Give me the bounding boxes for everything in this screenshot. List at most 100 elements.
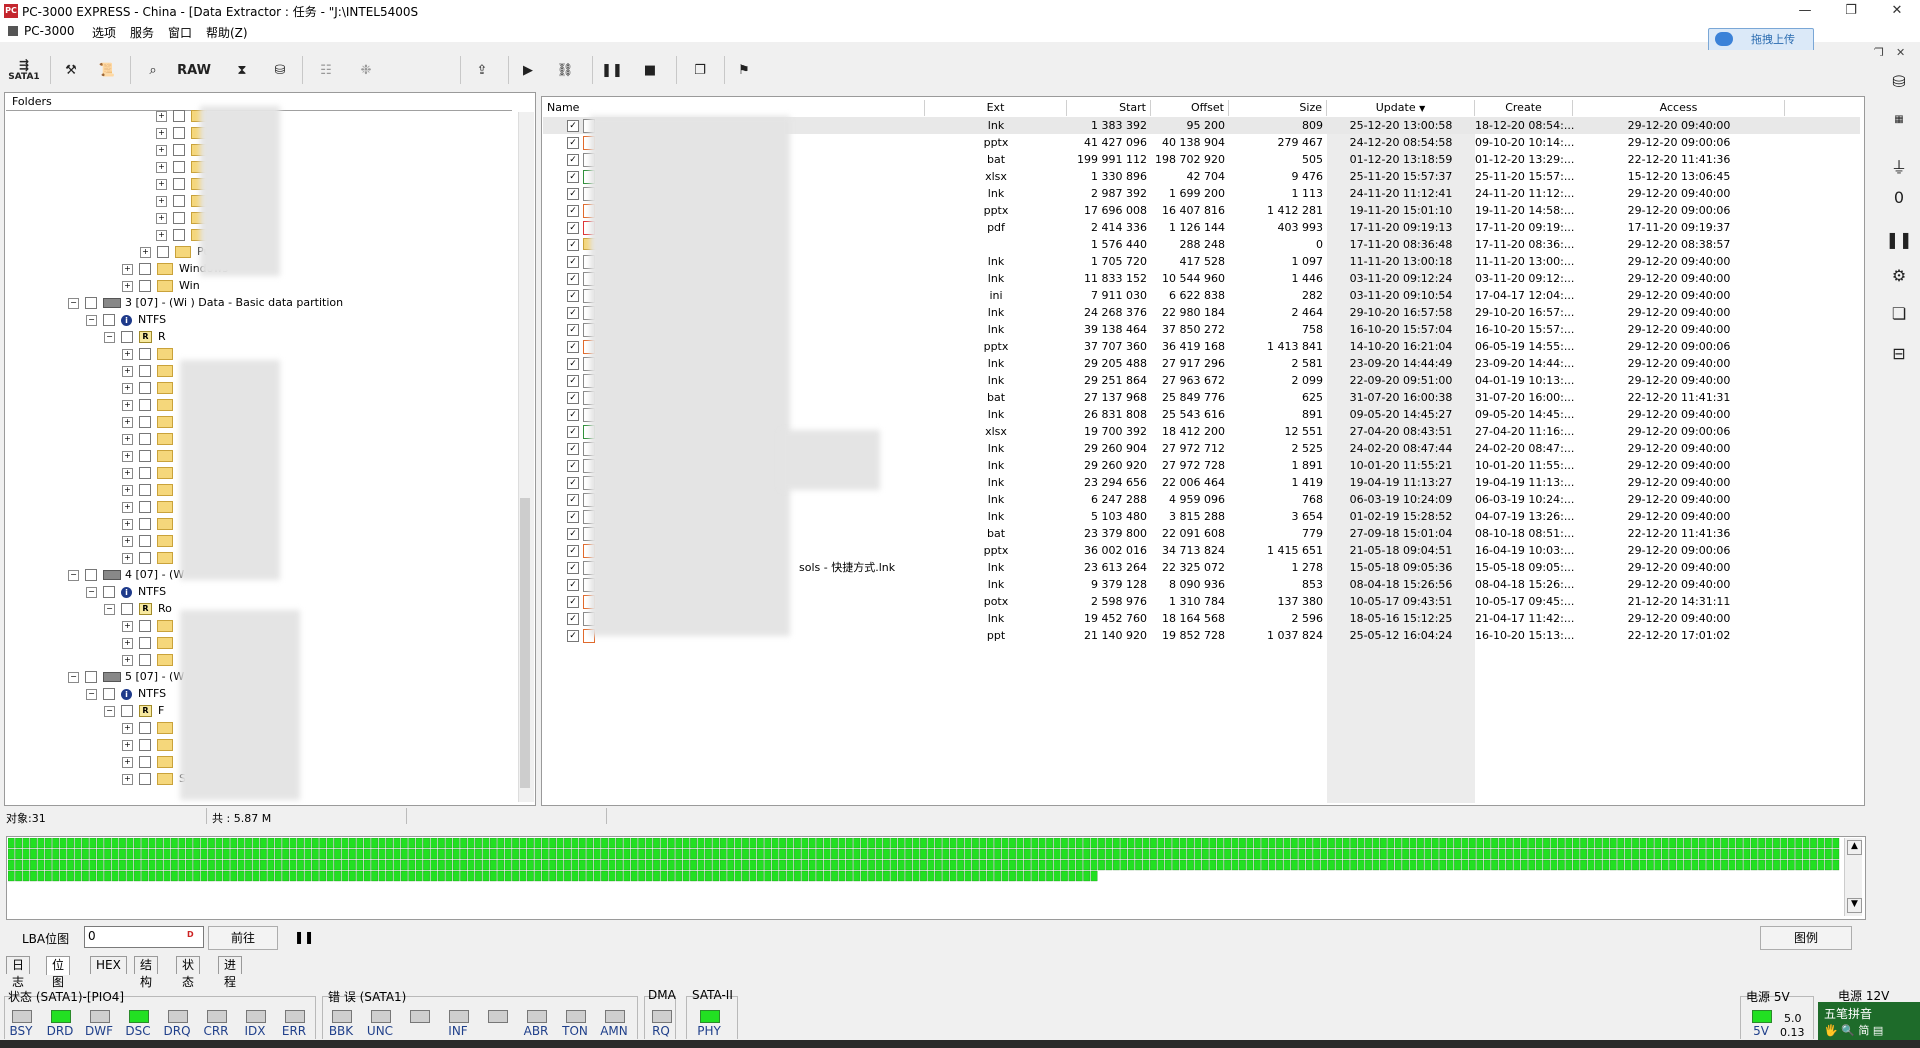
select-checkbox[interactable] — [139, 416, 151, 428]
minimize-button[interactable]: — — [1782, 0, 1828, 22]
tree-node[interactable]: + — [122, 466, 179, 483]
expand-icon[interactable]: + — [122, 365, 133, 377]
tree-node[interactable]: + — [122, 415, 179, 432]
row-checkbox[interactable]: ✓ — [567, 205, 579, 217]
select-checkbox[interactable] — [103, 586, 115, 598]
select-checkbox[interactable] — [173, 212, 185, 224]
scroll-up-icon[interactable]: ▲ — [1847, 840, 1862, 855]
tree-scroll-thumb[interactable] — [520, 498, 530, 788]
select-checkbox[interactable] — [121, 603, 133, 615]
tab-log[interactable]: 日志 — [6, 956, 31, 989]
col-ext[interactable]: Ext — [925, 100, 1067, 116]
tree-node[interactable]: − 4 [07] - (W — [68, 568, 184, 585]
legend-button[interactable]: 图例 — [1760, 926, 1852, 950]
select-checkbox[interactable] — [139, 552, 151, 564]
reset-button[interactable]: ▦ — [1884, 114, 1914, 144]
select-checkbox[interactable] — [173, 229, 185, 241]
expand-icon[interactable]: + — [122, 399, 133, 411]
menu-options[interactable]: 选项 — [92, 24, 116, 41]
exit-button[interactable]: ⚑ — [730, 54, 758, 86]
collapse-icon[interactable]: − — [86, 586, 97, 598]
tree-view-button[interactable]: ☷ — [310, 54, 342, 86]
select-checkbox[interactable] — [121, 705, 133, 717]
tree-node[interactable]: + — [122, 721, 179, 738]
ime-toolbar[interactable]: 五笔拼音 🖐 🔍 简 ▤ — [1818, 1002, 1920, 1040]
expand-icon[interactable]: + — [122, 501, 133, 513]
expand-icon[interactable]: + — [122, 433, 133, 445]
collapse-icon[interactable]: − — [104, 705, 115, 717]
row-checkbox[interactable]: ✓ — [567, 154, 579, 166]
export-button[interactable]: ⇪ — [466, 54, 498, 86]
expand-icon[interactable]: + — [156, 161, 167, 173]
expand-icon[interactable]: + — [122, 467, 133, 479]
scroll-down-icon[interactable]: ▼ — [1847, 898, 1862, 913]
select-checkbox[interactable] — [103, 314, 115, 326]
select-checkbox[interactable] — [139, 450, 151, 462]
tree-node[interactable]: − i NTFS — [86, 313, 166, 330]
tools-button[interactable]: ⚒ — [56, 54, 86, 86]
go-button[interactable]: 前往 — [208, 926, 278, 950]
tree-node[interactable]: + — [122, 551, 179, 568]
tab-bitmap[interactable]: 位图 — [46, 956, 71, 989]
row-checkbox[interactable]: ✓ — [567, 137, 579, 149]
tree-node[interactable]: + — [122, 381, 179, 398]
script-button[interactable]: 📜 — [92, 54, 122, 86]
expand-icon[interactable]: + — [156, 212, 167, 224]
pause-button[interactable]: ❚❚ — [598, 54, 626, 86]
tab-process[interactable]: 进程 — [218, 956, 243, 989]
row-checkbox[interactable]: ✓ — [567, 409, 579, 421]
col-access[interactable]: Access — [1573, 100, 1785, 116]
power-button[interactable]: ⏚ — [1884, 154, 1914, 178]
row-checkbox[interactable]: ✓ — [567, 239, 579, 251]
select-checkbox[interactable] — [139, 382, 151, 394]
maximize-button[interactable]: ❐ — [1828, 0, 1874, 22]
tree-node[interactable]: + — [122, 619, 179, 636]
tree-node[interactable]: + — [122, 347, 179, 364]
tree-node[interactable]: − R F — [104, 704, 164, 721]
collapse-icon[interactable]: − — [68, 671, 79, 683]
upload-button[interactable]: 拖拽上传 — [1708, 28, 1814, 52]
tree-node[interactable]: + — [122, 500, 179, 517]
tree-node[interactable]: + — [122, 483, 179, 500]
expand-icon[interactable]: + — [122, 637, 133, 649]
select-checkbox[interactable] — [139, 433, 151, 445]
select-checkbox[interactable] — [139, 637, 151, 649]
select-checkbox[interactable] — [139, 620, 151, 632]
tree-node[interactable]: − 5 [07] - (W — [68, 670, 184, 687]
play-button[interactable]: ▶ — [514, 54, 542, 86]
stop-button[interactable]: ■ — [636, 54, 664, 86]
select-checkbox[interactable] — [139, 518, 151, 530]
select-checkbox[interactable] — [85, 569, 97, 581]
app-menu-icon[interactable] — [8, 26, 18, 36]
menu-service[interactable]: 服务 — [130, 24, 154, 41]
network-button[interactable]: ⛓ — [548, 54, 582, 86]
select-checkbox[interactable] — [173, 127, 185, 139]
select-checkbox[interactable] — [139, 501, 151, 513]
expand-icon[interactable]: + — [156, 229, 167, 241]
copy-button[interactable]: ❏ — [1884, 304, 1914, 328]
expand-icon[interactable]: + — [122, 280, 133, 292]
expand-icon[interactable]: + — [122, 263, 133, 275]
row-checkbox[interactable]: ✓ — [567, 613, 579, 625]
tree-node[interactable]: + — [122, 755, 179, 772]
row-checkbox[interactable]: ✓ — [567, 443, 579, 455]
select-checkbox[interactable] — [139, 654, 151, 666]
select-checkbox[interactable] — [173, 195, 185, 207]
copy-tree-button[interactable]: ❉ — [348, 54, 384, 86]
row-checkbox[interactable]: ✓ — [567, 120, 579, 132]
row-checkbox[interactable]: ✓ — [567, 307, 579, 319]
lba-input[interactable]: 0 D — [84, 926, 204, 948]
tree-node[interactable]: − i NTFS — [86, 687, 166, 704]
row-checkbox[interactable]: ✓ — [567, 358, 579, 370]
expand-icon[interactable]: + — [122, 773, 133, 785]
select-checkbox[interactable] — [121, 331, 133, 343]
select-checkbox[interactable] — [85, 671, 97, 683]
tree-node[interactable]: − i NTFS — [86, 585, 166, 602]
raw-button[interactable]: RAW — [174, 54, 214, 86]
row-checkbox[interactable]: ✓ — [567, 562, 579, 574]
expand-icon[interactable]: + — [140, 246, 151, 258]
row-checkbox[interactable]: ✓ — [567, 392, 579, 404]
row-checkbox[interactable]: ✓ — [567, 324, 579, 336]
row-checkbox[interactable]: ✓ — [567, 375, 579, 387]
tree-node[interactable]: + — [122, 449, 179, 466]
